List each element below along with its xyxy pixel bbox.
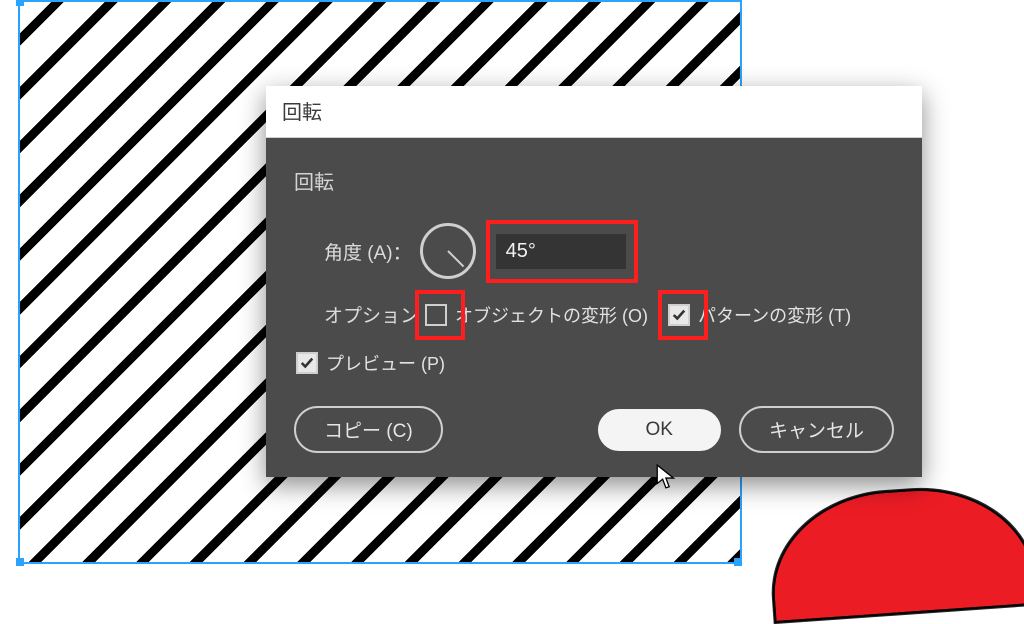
checkbox-box-icon [425, 304, 447, 326]
checkbox-label: パターンの変形 (T) [698, 302, 851, 328]
checkbox-preview[interactable]: プレビュー (P) [296, 350, 445, 376]
checkmark-icon [672, 308, 686, 322]
preview-row: プレビュー (P) [296, 350, 894, 376]
checkbox-label: プレビュー (P) [326, 350, 445, 376]
ok-button[interactable]: OK [598, 409, 721, 451]
checkbox-box-icon [668, 304, 690, 326]
checkbox-transform-objects[interactable]: オブジェクトの変形 (O) [425, 302, 648, 328]
checkbox-label: オブジェクトの変形 (O) [455, 302, 648, 328]
angle-label: 角度 (A)： [324, 238, 412, 265]
selection-handle[interactable] [16, 558, 24, 566]
angle-input[interactable] [496, 234, 626, 269]
options-row: オプション オブジェクトの変形 (O) パターンの変形 ( [294, 301, 894, 328]
options-label: オプション [324, 301, 419, 328]
checkmark-icon [300, 356, 314, 370]
dialog-footer: コピー (C) OK キャンセル [294, 406, 894, 453]
selection-handle[interactable] [16, 0, 24, 6]
group-label-rotate: 回転 [294, 166, 894, 195]
angle-row: 角度 (A)： [294, 223, 894, 279]
copy-button[interactable]: コピー (C) [294, 406, 443, 453]
selection-handle[interactable] [734, 558, 742, 566]
dialog-title: 回転 [266, 86, 922, 138]
rotate-dialog: 回転 回転 角度 (A)： オプション オブジェクトの変形 (O) [266, 86, 922, 477]
angle-input-highlight [490, 228, 632, 275]
angle-dial-icon[interactable] [420, 223, 476, 279]
checkbox-box-icon [296, 352, 318, 374]
dialog-body: 回転 角度 (A)： オプション オブジェクトの変形 (O) [266, 138, 922, 477]
red-shape [766, 481, 1024, 623]
checkbox-transform-patterns[interactable]: パターンの変形 (T) [668, 302, 851, 328]
cancel-button[interactable]: キャンセル [739, 406, 894, 453]
